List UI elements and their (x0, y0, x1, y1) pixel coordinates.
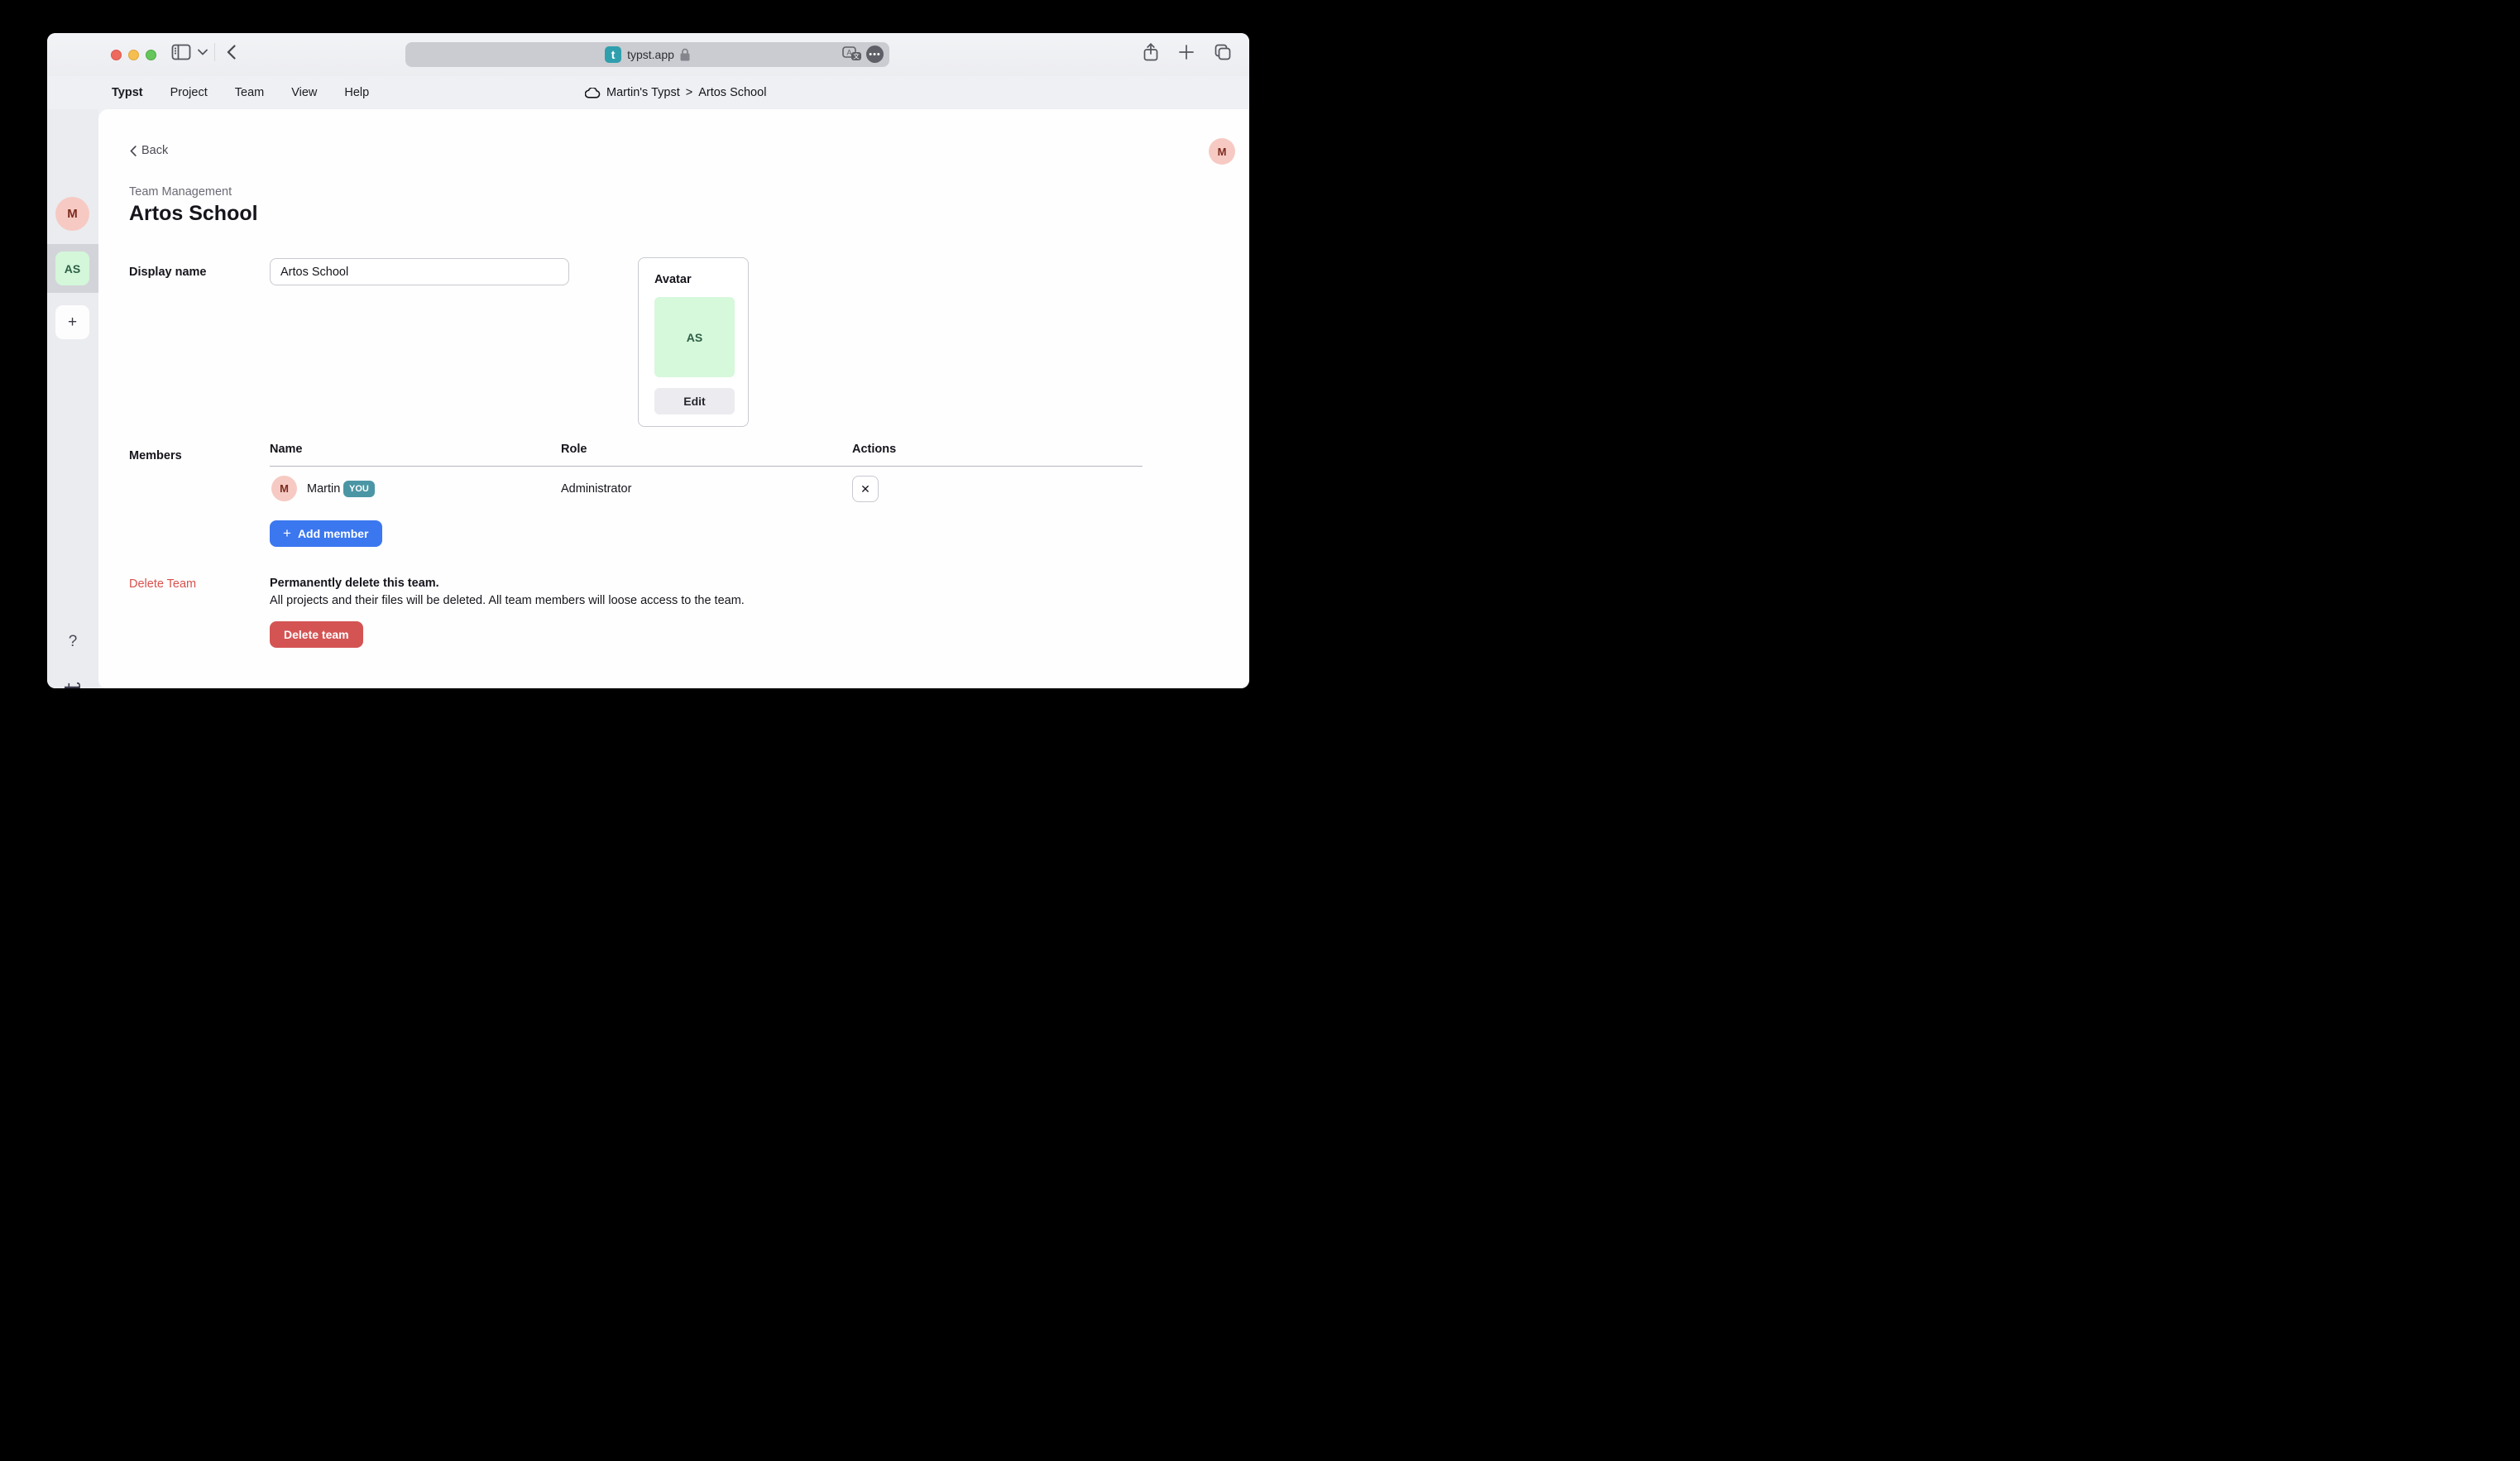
breadcrumb-separator: > (686, 86, 692, 99)
sidebar-item-artos-school[interactable]: AS (55, 251, 89, 285)
tab-overview-icon[interactable] (1214, 44, 1231, 60)
column-header-actions: Actions (852, 443, 896, 456)
section-label: Team Management (129, 185, 232, 199)
back-link[interactable]: Back (130, 144, 168, 157)
delete-team-label: Delete Team (129, 577, 196, 591)
team-sidebar: M AS + ? typst (47, 109, 98, 688)
typst-logo: typst (47, 678, 98, 688)
delete-team-description: All projects and their files will be del… (270, 594, 745, 607)
sidebar-menu-chevron-icon[interactable] (198, 49, 208, 55)
url-text: typst.app (627, 48, 674, 61)
column-header-role: Role (561, 443, 587, 456)
add-member-button[interactable]: + Add member (270, 520, 382, 547)
display-name-label: Display name (129, 266, 207, 279)
avatar-card-label: Avatar (654, 273, 692, 286)
menu-help[interactable]: Help (344, 86, 369, 99)
table-header-divider (270, 466, 1143, 467)
avatar-card: Avatar AS Edit (638, 257, 749, 427)
account-avatar[interactable]: M (1209, 138, 1235, 165)
member-role: Administrator (561, 482, 631, 496)
plus-icon: + (283, 525, 291, 542)
close-window-button[interactable] (111, 50, 122, 60)
back-navigation-icon[interactable] (227, 45, 236, 60)
add-member-label: Add member (298, 527, 369, 540)
display-name-input[interactable] (270, 258, 569, 285)
help-button[interactable]: ? (47, 633, 98, 651)
menu-view[interactable]: View (291, 86, 317, 99)
sidebar-toggle-icon[interactable] (171, 44, 191, 60)
members-label: Members (129, 449, 182, 462)
translate-icon[interactable]: A 文 (842, 46, 862, 63)
team-avatar-preview: AS (654, 297, 735, 377)
edit-avatar-button[interactable]: Edit (654, 388, 735, 414)
new-tab-icon[interactable] (1179, 45, 1194, 60)
breadcrumb: Martin's Typst > Artos School (585, 76, 766, 109)
page-title: Artos School (129, 202, 258, 226)
share-icon[interactable] (1143, 43, 1158, 61)
team-management-panel: Back M Team Management Artos School Disp… (98, 109, 1249, 688)
menu-team[interactable]: Team (235, 86, 264, 99)
typst-favicon: t (605, 46, 621, 63)
breadcrumb-current[interactable]: Artos School (698, 86, 766, 99)
page-settings-icon[interactable]: ••• (866, 46, 884, 63)
member-name: Martin (307, 482, 340, 496)
minimize-window-button[interactable] (128, 50, 139, 60)
traffic-lights (111, 50, 156, 60)
cloud-icon (585, 88, 601, 98)
svg-text:A: A (846, 48, 851, 56)
zoom-window-button[interactable] (146, 50, 156, 60)
column-header-name: Name (270, 443, 303, 456)
breadcrumb-workspace[interactable]: Martin's Typst (606, 86, 680, 99)
app-menubar: Typst Project Team View Help Martin's Ty… (47, 76, 1249, 109)
lock-icon (680, 48, 690, 61)
address-bar[interactable]: t typst.app A 文 ••• (405, 42, 889, 67)
browser-window: t typst.app A 文 ••• (47, 33, 1249, 688)
delete-team-button[interactable]: Delete team (270, 621, 363, 648)
toolbar-divider (214, 43, 215, 61)
sidebar-item-personal-workspace[interactable]: M (55, 197, 89, 231)
remove-member-button[interactable]: ✕ (852, 476, 879, 502)
delete-team-title: Permanently delete this team. (270, 577, 439, 590)
menu-project[interactable]: Project (170, 86, 208, 99)
member-avatar: M (271, 476, 297, 501)
browser-toolbar: t typst.app A 文 ••• (47, 33, 1249, 76)
add-team-button[interactable]: + (55, 305, 89, 339)
menu-typst[interactable]: Typst (112, 86, 143, 99)
you-badge: YOU (343, 481, 375, 497)
back-link-label: Back (141, 144, 168, 157)
svg-text:文: 文 (853, 51, 860, 60)
